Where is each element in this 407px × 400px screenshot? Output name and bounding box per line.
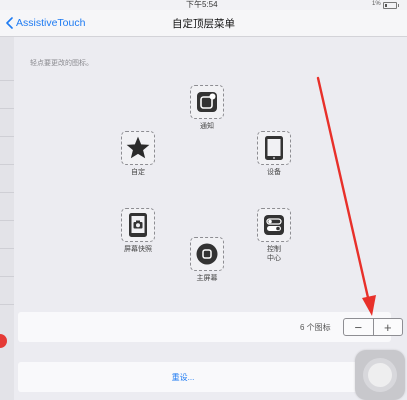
menu-slot-label: 自定: [131, 169, 145, 176]
reset-button[interactable]: 重设...: [18, 362, 348, 392]
hint-text: 轻点要更改的图标。: [30, 60, 93, 67]
icon-count-label: 6 个图标: [300, 323, 331, 332]
menu-slot-label-line: 中心: [267, 255, 281, 262]
menu-slot-home[interactable]: 主屏幕: [177, 237, 237, 283]
background-list-strip: [0, 36, 14, 400]
home-icon: [196, 243, 218, 265]
star-icon: [126, 136, 150, 159]
menu-slot-control-center[interactable]: 控制 中心: [244, 208, 304, 263]
battery-icon: [383, 2, 399, 9]
chevron-left-icon: [6, 17, 13, 29]
menu-slot-notification[interactable]: 通知: [177, 85, 237, 131]
menu-slot-label-line: 控制: [267, 246, 281, 253]
menu-slot-screenshot[interactable]: 屏幕快照: [108, 208, 168, 254]
back-button[interactable]: AssistiveTouch: [6, 15, 85, 31]
menu-slot-label: 设备: [267, 169, 281, 176]
navigation-bar: 自定顶层菜单 AssistiveTouch: [0, 10, 407, 37]
menu-slot-label: 屏幕快照: [124, 246, 152, 253]
red-badge-icon: [0, 334, 7, 348]
control-center-icon: [264, 215, 284, 235]
device-icon: [265, 136, 283, 160]
battery-percent: 1%: [372, 1, 381, 7]
status-time: 下午5:54: [186, 0, 218, 9]
notification-icon: [197, 92, 217, 112]
menu-slot-device[interactable]: 设备: [244, 131, 304, 177]
menu-slot-label: 通知: [200, 123, 214, 130]
assistive-touch-button[interactable]: [355, 350, 405, 400]
back-button-label: AssistiveTouch: [16, 17, 86, 29]
increase-button[interactable]: +: [374, 319, 403, 335]
menu-slot-custom[interactable]: 自定: [108, 131, 168, 177]
icon-count-stepper: − +: [343, 318, 403, 336]
status-bar: 下午5:54 1%: [0, 0, 407, 10]
icon-count-row: 6 个图标 − +: [18, 312, 403, 342]
reset-row: 重设...: [18, 362, 391, 392]
decrease-button[interactable]: −: [344, 319, 373, 335]
menu-slot-label: 主屏幕: [196, 275, 218, 282]
menu-slot-label: 控制 中心: [244, 245, 304, 263]
screenshot-icon: [129, 213, 147, 237]
